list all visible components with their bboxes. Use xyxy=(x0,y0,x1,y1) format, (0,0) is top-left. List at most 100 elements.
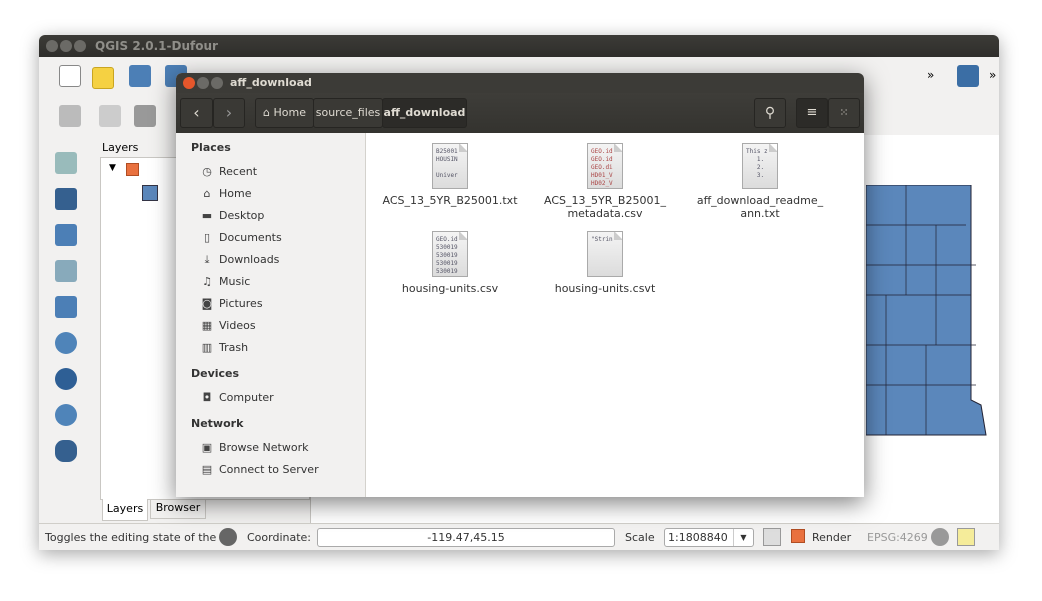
search-icon: ⚲ xyxy=(764,105,776,121)
search-button[interactable]: ⚲ xyxy=(754,98,786,128)
open-project-icon[interactable] xyxy=(92,67,114,89)
file-name: housing-units.csvt xyxy=(554,282,656,295)
sidebar-item-label: Home xyxy=(219,187,252,200)
film-icon: ▦ xyxy=(201,319,213,332)
new-project-icon[interactable] xyxy=(59,65,81,87)
close-button[interactable] xyxy=(46,40,58,52)
sidebar-item-label: Trash xyxy=(219,341,249,354)
minimize-button[interactable] xyxy=(60,40,72,52)
file-item[interactable]: B25001 HOUSIN Univer ACS_13_5YR_B25001.tx… xyxy=(375,143,525,207)
more-tools-icon[interactable]: » xyxy=(989,68,996,82)
music-icon: ♫ xyxy=(202,275,212,288)
coordinate-field[interactable]: -119.47,45.15 xyxy=(317,528,615,547)
layer-symbol-icon xyxy=(142,185,158,201)
folder-icon: ▬ xyxy=(201,209,213,222)
crs-status[interactable]: EPSG:4269 xyxy=(867,531,928,544)
more-tools-icon[interactable]: » xyxy=(927,68,934,82)
file-grid: B25001 HOUSIN Univer ACS_13_5YR_B25001.tx… xyxy=(367,133,864,497)
sidebar-item-recent[interactable]: ◷ Recent xyxy=(200,162,360,182)
scale-value: 1:1808840 xyxy=(668,531,728,544)
add-raster-layer-icon[interactable] xyxy=(55,188,77,210)
file-name: housing-units.csv xyxy=(401,282,499,295)
qgis-title-bar: QGIS 2.0.1-Dufour xyxy=(39,35,999,57)
add-wfs-layer-icon[interactable] xyxy=(55,404,77,426)
file-manager-window: aff_download ‹ › ⌂ Home source_files aff… xyxy=(176,73,864,497)
sidebar-item-downloads[interactable]: ⤓ Downloads xyxy=(200,250,360,270)
maximize-button[interactable] xyxy=(74,40,86,52)
minimize-button[interactable] xyxy=(197,77,209,89)
file-item[interactable]: GEO.id 530019 530019 530019 530019 housin… xyxy=(375,231,525,295)
sidebar-item-pictures[interactable]: ◙ Pictures xyxy=(200,294,360,314)
add-wcs-layer-icon[interactable] xyxy=(55,368,77,390)
warning-icon[interactable] xyxy=(957,528,975,546)
clock-icon: ◷ xyxy=(202,165,212,178)
home-icon: ⌂ xyxy=(203,187,211,200)
add-vector-layer-icon[interactable] xyxy=(55,152,77,174)
render-checkbox[interactable] xyxy=(791,529,805,543)
tab-layers[interactable]: Layers xyxy=(102,499,148,521)
maximize-button[interactable] xyxy=(211,77,223,89)
file-manager-header: ‹ › ⌂ Home source_files aff_download ⚲ ≡… xyxy=(176,93,864,133)
add-postgis-layer-icon[interactable] xyxy=(55,224,77,246)
file-manager-title-bar: aff_download xyxy=(176,73,864,93)
close-button[interactable] xyxy=(183,77,195,89)
edit-pencils-icon[interactable] xyxy=(59,105,81,127)
csv-file-icon: GEO.id GEO.id GEO.di HD01_V HD02_V xyxy=(587,143,623,189)
breadcrumb-aff-download[interactable]: aff_download xyxy=(382,98,467,128)
csv-file-icon: GEO.id 530019 530019 530019 530019 xyxy=(432,231,468,277)
section-places: Places xyxy=(191,141,231,154)
file-item[interactable]: This z 1. 2. 3. aff_download_readme_ ann.… xyxy=(685,143,835,220)
trash-icon: ▥ xyxy=(201,341,213,354)
sidebar-item-label: Browse Network xyxy=(219,441,309,454)
drive-icon: ◘ xyxy=(202,391,212,404)
sidebar-item-browse-network[interactable]: ▣ Browse Network xyxy=(200,438,360,458)
grid-view-button[interactable]: ⁙ xyxy=(828,98,860,128)
sidebar-item-connect-server[interactable]: ▤ Connect to Server xyxy=(200,460,360,480)
forward-button[interactable]: › xyxy=(213,98,245,128)
save-project-icon[interactable] xyxy=(129,65,151,87)
list-icon: ≡ xyxy=(806,105,818,120)
sidebar-item-music[interactable]: ♫ Music xyxy=(200,272,360,292)
server-icon: ▤ xyxy=(201,463,213,476)
save-edits-icon[interactable] xyxy=(134,105,156,127)
sidebar-item-label: Recent xyxy=(219,165,258,178)
add-spatialite-layer-icon[interactable] xyxy=(55,260,77,282)
tab-browser[interactable]: Browser xyxy=(150,499,206,519)
coordinate-label: Coordinate: xyxy=(247,531,312,544)
places-sidebar: Places ◷ Recent ⌂ Home ▬ Desktop ▯ Documents… xyxy=(176,133,366,497)
map-layer-polygons xyxy=(866,185,987,436)
add-mssql-layer-icon[interactable] xyxy=(55,296,77,318)
add-wms-layer-icon[interactable] xyxy=(55,332,77,354)
sidebar-item-trash[interactable]: ▥ Trash xyxy=(200,338,360,358)
list-view-button[interactable]: ≡ xyxy=(796,98,828,128)
projection-icon[interactable] xyxy=(931,528,949,546)
sidebar-item-label: Downloads xyxy=(219,253,280,266)
toggle-editing-icon[interactable] xyxy=(99,105,121,127)
sidebar-item-computer[interactable]: ◘ Computer xyxy=(200,388,360,408)
breadcrumb-home[interactable]: ⌂ Home xyxy=(255,98,314,128)
layer-visibility-checkbox[interactable] xyxy=(126,163,139,176)
sidebar-item-label: Videos xyxy=(219,319,256,332)
add-delimited-text-icon[interactable] xyxy=(55,440,77,462)
sidebar-item-label: Connect to Server xyxy=(219,463,319,476)
sidebar-item-desktop[interactable]: ▬ Desktop xyxy=(200,206,360,226)
mouse-coordinate-toggle-icon[interactable] xyxy=(219,528,237,546)
scale-label: Scale xyxy=(625,531,655,544)
back-button[interactable]: ‹ xyxy=(180,98,213,128)
breadcrumb-label: Home xyxy=(273,106,306,119)
file-item[interactable]: GEO.id GEO.id GEO.di HD01_V HD02_V ACS_13… xyxy=(530,143,680,220)
text-file-icon: "Strin xyxy=(587,231,623,277)
help-icon[interactable] xyxy=(957,65,979,87)
sidebar-item-documents[interactable]: ▯ Documents xyxy=(200,228,360,248)
scale-combobox[interactable]: 1:1808840 ▼ xyxy=(664,528,754,547)
file-item[interactable]: "Strin housing-units.csvt xyxy=(530,231,680,295)
sidebar-item-videos[interactable]: ▦ Videos xyxy=(200,316,360,336)
text-file-icon: B25001 HOUSIN Univer xyxy=(432,143,468,189)
breadcrumb-source-files[interactable]: source_files xyxy=(313,98,383,128)
network-icon: ▣ xyxy=(201,441,213,454)
file-name: ACS_13_5YR_B25001.txt xyxy=(382,194,518,207)
sidebar-item-home[interactable]: ⌂ Home xyxy=(200,184,360,204)
render-label: Render xyxy=(812,531,852,544)
stop-render-icon[interactable] xyxy=(763,528,781,546)
expand-icon[interactable]: ▼ xyxy=(109,163,116,173)
